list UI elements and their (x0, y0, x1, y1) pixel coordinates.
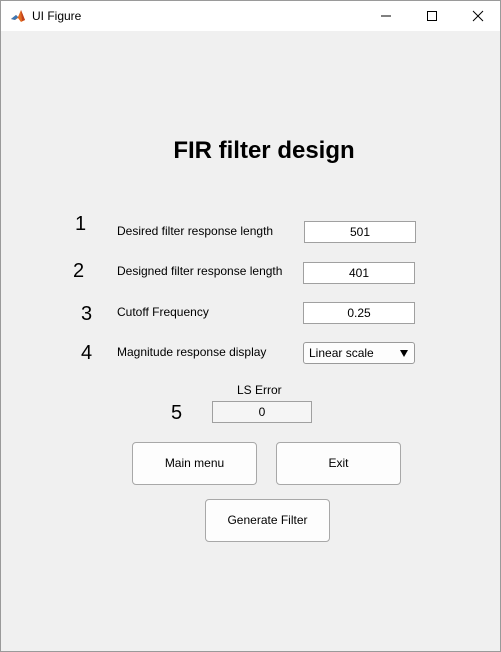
desired-length-label: Desired filter response length (117, 224, 274, 238)
main-menu-button[interactable]: Main menu (132, 442, 257, 485)
close-button[interactable] (455, 1, 501, 31)
maximize-button[interactable] (409, 1, 455, 31)
title-bar[interactable]: UI Figure (1, 1, 500, 31)
row-number-2: 2 (73, 260, 85, 282)
minimize-button[interactable] (363, 1, 409, 31)
exit-button[interactable]: Exit (276, 442, 401, 485)
row-number-1: 1 (75, 213, 87, 235)
window-title: UI Figure (32, 9, 82, 23)
magnitude-scale-dropdown[interactable]: Linear scale (303, 342, 415, 364)
ls-error-label: LS Error (237, 383, 282, 397)
matlab-logo-icon (10, 8, 26, 24)
designed-length-label: Designed filter response length (117, 264, 283, 278)
cutoff-frequency-label: Cutoff Frequency (117, 305, 209, 319)
row-number-3: 3 (81, 303, 93, 325)
minimize-icon (381, 15, 391, 17)
caret-down-icon (400, 350, 408, 357)
row-number-4: 4 (81, 342, 93, 364)
generate-filter-button[interactable]: Generate Filter (205, 499, 330, 542)
ls-error-field: 0 (212, 401, 312, 423)
designed-length-field[interactable]: 401 (303, 262, 415, 284)
close-icon (472, 10, 484, 22)
page-title: FIR filter design (173, 137, 355, 164)
row-number-5: 5 (171, 402, 183, 424)
ui-figure-window: UI Figure FIR filter design 1 Desired fi… (0, 0, 501, 652)
dropdown-selected-value: Linear scale (309, 346, 374, 360)
magnitude-display-label: Magnitude response display (117, 345, 267, 359)
maximize-icon (427, 11, 437, 21)
desired-length-field[interactable]: 501 (304, 221, 416, 243)
cutoff-frequency-field[interactable]: 0.25 (303, 302, 415, 324)
figure-content: FIR filter design 1 Desired filter respo… (1, 31, 500, 651)
